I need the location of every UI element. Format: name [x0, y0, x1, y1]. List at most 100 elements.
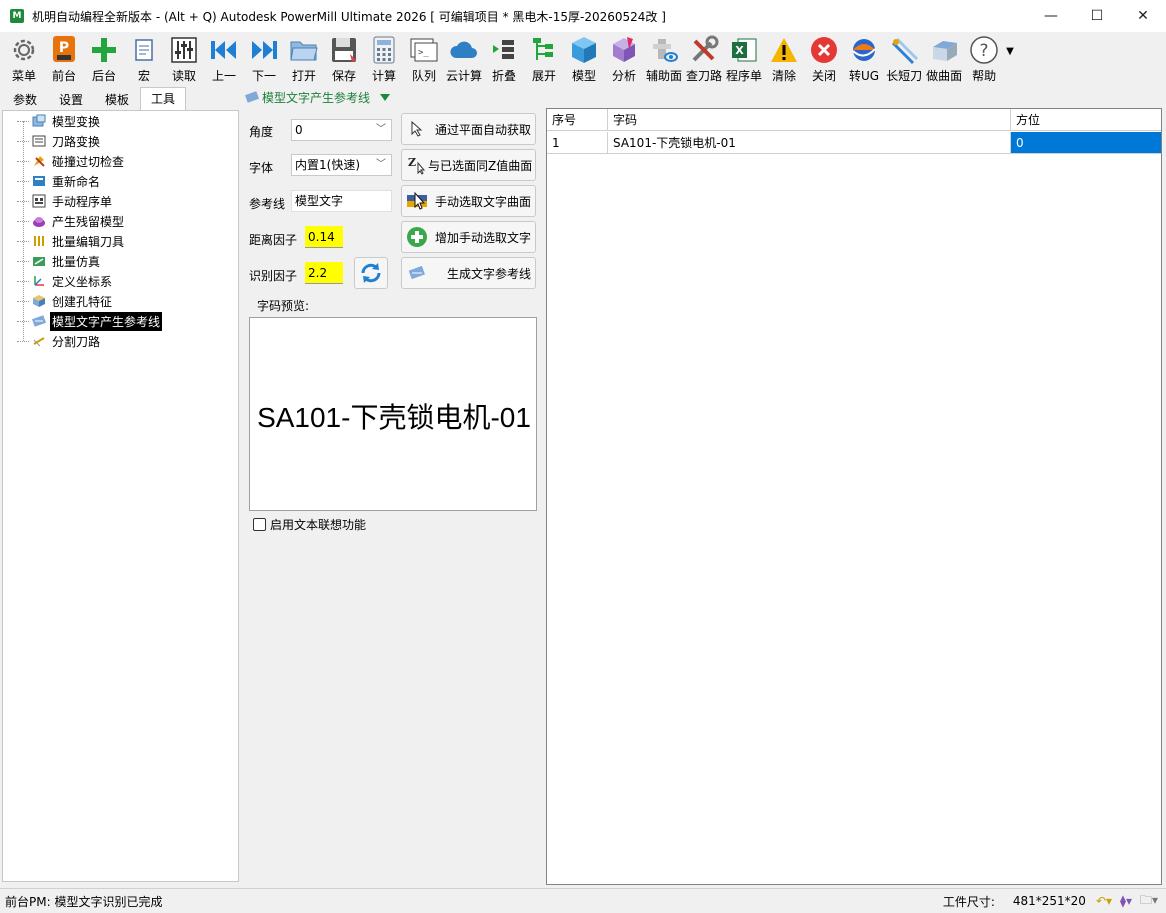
- tree-item-toolpath-transform[interactable]: 刀路变换: [17, 131, 102, 151]
- toolbar-compute-button[interactable]: 计算: [364, 32, 404, 84]
- manual-select-surface-label: 手动选取文字曲面: [434, 194, 531, 209]
- svg-text:Z: Z: [408, 156, 416, 169]
- dropdown-arrow-icon[interactable]: [380, 93, 391, 101]
- toolbar-aux-surface-button[interactable]: 辅助面: [644, 32, 684, 84]
- title-bar: M 机明自动编程全新版本 - (Alt + Q) Autodesk PowerM…: [0, 0, 1166, 32]
- toolbar-cloud-button[interactable]: 云计算: [444, 32, 484, 84]
- svg-text:?: ?: [980, 41, 989, 61]
- toolpath-icon[interactable]: ⧫▾: [1120, 894, 1132, 908]
- toolbar-make-surface-button[interactable]: 做曲面: [924, 32, 964, 84]
- tree-item-label: 定义坐标系: [52, 274, 113, 289]
- toolbar-label: 关闭: [812, 69, 837, 83]
- font-combo[interactable]: 内置1(快速) ﹀: [291, 154, 392, 176]
- toolbar-expand-button[interactable]: 展开: [524, 32, 564, 84]
- tool-length-icon: [888, 34, 920, 66]
- toolbar-tool-length-button[interactable]: 长短刀: [884, 32, 924, 84]
- angle-combo[interactable]: 0 ﹀: [291, 119, 392, 141]
- svg-text:X: X: [735, 44, 744, 57]
- tree-item-hole-feature[interactable]: 创建孔特征: [17, 291, 114, 311]
- toolbar-program-sheet-button[interactable]: X 程序单: [724, 32, 764, 84]
- minimize-button[interactable]: —: [1028, 0, 1074, 32]
- maximize-button[interactable]: ☐: [1074, 0, 1120, 32]
- checkbox-box[interactable]: [253, 518, 266, 531]
- refresh-icon: [361, 263, 381, 283]
- tree-item-label: 手动程序单: [52, 194, 113, 209]
- distance-factor-label: 距离因子: [249, 233, 298, 247]
- toolbar-foreground-button[interactable]: P 前台: [44, 32, 84, 84]
- toolbar-collapse-button[interactable]: 折叠: [484, 32, 524, 84]
- tree-item-rename[interactable]: 重新命名: [17, 171, 102, 191]
- toolbar-queue-button[interactable]: >_ 队列: [404, 32, 444, 84]
- toolbar-read-button[interactable]: 读取: [164, 32, 204, 84]
- generate-reference-line-button[interactable]: 生成文字参考线: [401, 257, 536, 289]
- tree-item-label: 分割刀路: [52, 334, 101, 349]
- model-cube-icon: [568, 34, 600, 66]
- cell-index[interactable]: 1: [547, 132, 608, 154]
- tab-params[interactable]: 参数: [2, 88, 48, 110]
- refresh-button[interactable]: [354, 257, 388, 289]
- add-manual-text-button[interactable]: 增加手动选取文字: [401, 221, 536, 253]
- column-header-index[interactable]: 序号: [547, 109, 608, 131]
- recognition-factor-input[interactable]: 2.2: [305, 262, 343, 284]
- undo-icon[interactable]: ↶▾: [1096, 894, 1112, 908]
- tree-item-text-reference-line[interactable]: 模型文字产生参考线: [17, 311, 163, 331]
- toolbar-analysis-button[interactable]: 分析: [604, 32, 644, 84]
- toolbar-open-button[interactable]: 打开: [284, 32, 324, 84]
- left-panel: 参数 设置 模板 工具 模型变换 刀路变换 碰撞过切检查 重新命名 手动程序单 …: [0, 86, 241, 886]
- toolbar-save-button[interactable]: 保存: [324, 32, 364, 84]
- surface-icon: [928, 34, 960, 66]
- powermill-icon: P: [48, 34, 80, 66]
- toolbar-background-button[interactable]: 后台: [84, 32, 124, 84]
- toolbar-close-button[interactable]: 关闭: [804, 32, 844, 84]
- close-window-button[interactable]: ✕: [1120, 0, 1166, 32]
- table-row[interactable]: 1 SA101-下壳锁电机-01 0: [547, 132, 1161, 154]
- tree-item-label: 碰撞过切检查: [52, 154, 125, 169]
- text-reference-icon: [406, 262, 428, 284]
- tree-item-define-workplane[interactable]: 定义坐标系: [17, 271, 114, 291]
- toolbar-label: 程序单: [726, 69, 763, 83]
- folder-icon[interactable]: 🗀▾: [1140, 891, 1158, 912]
- auto-from-plane-button[interactable]: 通过平面自动获取: [401, 113, 536, 145]
- text-association-checkbox[interactable]: 启用文本联想功能: [253, 516, 366, 533]
- toolbar-check-toolpath-button[interactable]: 查刀路: [684, 32, 724, 84]
- cell-direction[interactable]: 0: [1011, 132, 1161, 154]
- hole-feature-icon: [31, 293, 47, 309]
- column-header-direction[interactable]: 方位: [1011, 109, 1161, 131]
- tree-item-split-toolpath[interactable]: 分割刀路: [17, 331, 102, 351]
- toolbar-previous-button[interactable]: 上一: [204, 32, 244, 84]
- panel-header[interactable]: 模型文字产生参考线: [245, 88, 391, 106]
- preview-title: 字码预览:: [253, 297, 314, 314]
- tree-item-manual-program[interactable]: 手动程序单: [17, 191, 114, 211]
- status-message: 前台PM: 模型文字识别已完成: [5, 894, 163, 909]
- svg-text:>_: >_: [418, 48, 429, 58]
- tab-settings[interactable]: 设置: [48, 88, 94, 110]
- toolbar-model-button[interactable]: 模型: [564, 32, 604, 84]
- tree-item-rest-model[interactable]: 产生残留模型: [17, 211, 126, 231]
- tree-item-model-transform[interactable]: 模型变换: [17, 111, 102, 131]
- tree-item-batch-edit-tools[interactable]: 批量编辑刀具: [17, 231, 126, 251]
- same-z-surface-button[interactable]: Z 与已选面同Z值曲面: [401, 149, 536, 181]
- cell-code[interactable]: SA101-下壳锁电机-01: [608, 132, 1011, 154]
- text-reference-icon: [31, 313, 47, 329]
- tree-item-label: 重新命名: [52, 174, 101, 189]
- manual-select-surface-button[interactable]: 手动选取文字曲面: [401, 185, 536, 217]
- toolbar-menu-button[interactable]: 菜单: [4, 32, 44, 84]
- checkbox-label: 启用文本联想功能: [270, 518, 367, 532]
- distance-factor-input[interactable]: 0.14: [305, 226, 343, 248]
- expand-icon: [528, 34, 560, 66]
- column-header-code[interactable]: 字码: [608, 109, 1011, 131]
- add-circle-icon: [406, 226, 428, 248]
- toolbar-overflow-icon[interactable]: ▼: [1006, 46, 1014, 57]
- tree-item-batch-simulate[interactable]: 批量仿真: [17, 251, 102, 271]
- tree-item-collision-check[interactable]: 碰撞过切检查: [17, 151, 126, 171]
- toolbar-next-button[interactable]: 下一: [244, 32, 284, 84]
- refline-input[interactable]: 模型文字: [291, 190, 392, 212]
- tab-tools[interactable]: 工具: [140, 87, 187, 111]
- chevron-down-icon: ﹀: [376, 124, 386, 135]
- tab-templates[interactable]: 模板: [94, 88, 140, 110]
- toolbar-help-button[interactable]: ? 帮助: [964, 32, 1004, 84]
- tree-item-label: 模型变换: [52, 114, 101, 129]
- toolbar-macro-button[interactable]: 宏: [124, 32, 164, 84]
- toolbar-clear-button[interactable]: 清除: [764, 32, 804, 84]
- toolbar-to-ug-button[interactable]: 转UG: [844, 32, 884, 84]
